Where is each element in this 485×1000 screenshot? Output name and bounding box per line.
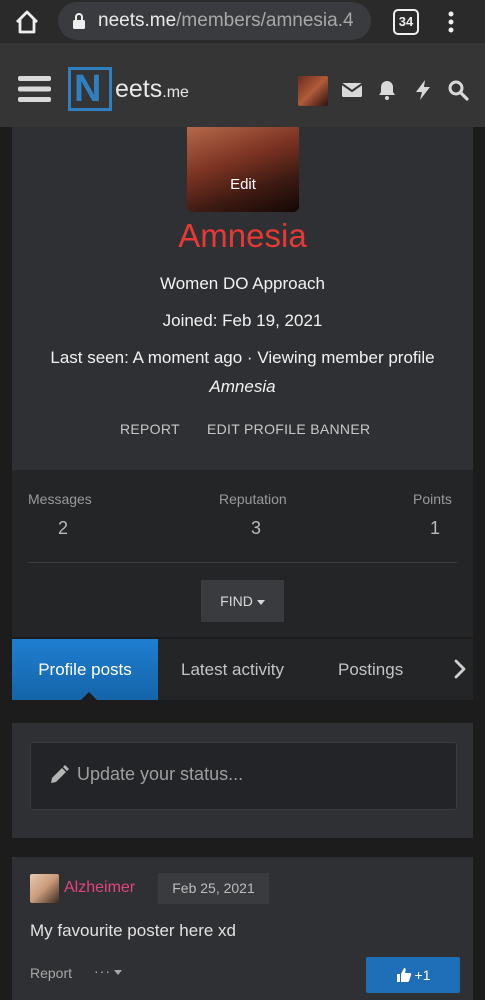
status-update-box: Update your status...	[12, 723, 473, 838]
post-body: My favourite poster here xd	[30, 921, 236, 940]
active-tab-pointer	[81, 692, 97, 700]
profile-tabs: Profile posts Latest activity Postings	[12, 639, 473, 700]
avatar-edit-link[interactable]: Edit	[187, 176, 299, 193]
logo-wordmark: eets.me	[115, 75, 189, 104]
find-dropdown-button[interactable]: FIND	[201, 580, 284, 622]
site-header: N eets.me	[0, 43, 485, 127]
bell-icon[interactable]	[376, 79, 398, 101]
messages-label: Messages	[28, 491, 92, 507]
more-options-button[interactable]: ···	[94, 963, 122, 979]
more-dots: ···	[94, 963, 111, 979]
tab-postings[interactable]: Postings	[338, 639, 403, 700]
status-placeholder: Update your status...	[77, 764, 244, 784]
tab-profile-posts[interactable]: Profile posts	[12, 639, 158, 700]
reputation-label: Reputation	[219, 491, 287, 507]
messages-count[interactable]: 2	[58, 518, 68, 539]
status-input[interactable]: Update your status...	[30, 742, 457, 810]
tab-latest-activity[interactable]: Latest activity	[181, 639, 284, 700]
chevron-down-icon	[256, 599, 265, 605]
envelope-icon[interactable]	[341, 79, 363, 101]
like-count: +1	[414, 967, 431, 983]
thumbs-up-icon	[396, 968, 411, 982]
post-date[interactable]: Feb 25, 2021	[158, 873, 269, 904]
edit-profile-banner-button[interactable]: EDIT PROFILE BANNER	[207, 421, 370, 437]
points-count[interactable]: 1	[430, 518, 440, 539]
tab-switcher-button[interactable]: 34	[393, 9, 419, 35]
viewing-member-link[interactable]: Amnesia	[12, 377, 473, 397]
hamburger-menu-icon[interactable]	[18, 76, 51, 102]
post-author-link[interactable]: Alzheimer	[64, 879, 135, 897]
find-label: FIND	[220, 593, 253, 609]
profile-post: Alzheimer Feb 25, 2021 My favourite post…	[12, 857, 473, 1000]
bolt-icon[interactable]	[412, 79, 434, 101]
post-report-link[interactable]: Report	[30, 965, 72, 981]
logo-name: eets	[115, 75, 163, 103]
logo-suffix: .me	[162, 84, 189, 101]
browser-toolbar: neets.me/members/amnesia.4 34	[0, 0, 485, 43]
url-host: neets.me	[98, 10, 177, 31]
report-button[interactable]: REPORT	[120, 421, 180, 437]
profile-joined-date: Joined: Feb 19, 2021	[162, 311, 323, 330]
url-text: neets.me/members/amnesia.4	[98, 10, 354, 32]
chevron-down-icon	[114, 969, 122, 975]
profile-last-seen: Last seen: A moment ago · Viewing member…	[50, 348, 435, 367]
search-icon[interactable]	[447, 79, 469, 101]
profile-custom-title: Women DO Approach	[159, 274, 326, 293]
logo-letter: N	[74, 68, 102, 110]
stats-divider	[28, 562, 457, 563]
profile-stats: Messages 2 Reputation 3 Points 1 FIND	[12, 470, 473, 637]
overflow-menu-icon[interactable]	[443, 10, 459, 34]
home-icon[interactable]	[14, 9, 40, 35]
url-path: /members/amnesia.4	[176, 10, 354, 31]
points-label: Points	[413, 491, 452, 507]
profile-card: Edit Amnesia Women DO Approach Joined: F…	[12, 127, 473, 470]
reputation-count: 3	[251, 518, 262, 538]
address-bar[interactable]: neets.me/members/amnesia.4	[58, 2, 371, 40]
like-button[interactable]: +1	[366, 957, 460, 993]
profile-username: Amnesia	[178, 217, 307, 254]
avatar[interactable]	[30, 874, 59, 903]
chevron-right-icon[interactable]	[453, 659, 467, 679]
header-avatar[interactable]	[298, 76, 328, 106]
profile-avatar[interactable]: Edit	[187, 127, 299, 212]
pencil-icon	[51, 765, 69, 783]
lock-icon	[73, 13, 85, 29]
